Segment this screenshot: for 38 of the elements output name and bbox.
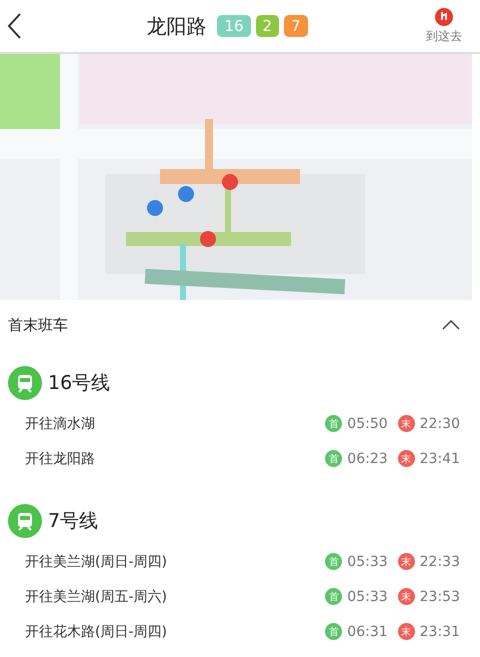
last-train-time: 23:53 <box>420 588 460 604</box>
line-badge: 2 <box>256 15 280 37</box>
first-train-tag: 首 <box>325 450 342 467</box>
direction-label: 开往花木路(周日-周四) <box>25 622 168 640</box>
first-train-time: 05:33 <box>347 588 388 604</box>
last-train-time: 23:31 <box>420 624 460 640</box>
line-badge: 7 <box>284 15 308 37</box>
direction-label: 开往美兰湖(周五-周六) <box>25 588 168 606</box>
direction-label: 开往龙阳路 <box>25 450 96 468</box>
line-badge: 16 <box>217 15 250 37</box>
line-name: 7号线 <box>48 509 98 534</box>
first-train-tag: 首 <box>325 623 342 640</box>
last-train-tag: 末 <box>398 450 415 467</box>
go-here-button[interactable]: 到这去 <box>414 8 474 44</box>
first-train-tag: 首 <box>325 553 342 570</box>
first-train-tag: 首 <box>325 588 342 605</box>
direction-label: 开往美兰湖(周日-周四) <box>25 552 168 570</box>
last-train-tag: 末 <box>398 553 415 570</box>
section-title: 首末班车 <box>8 316 68 334</box>
last-train-tag: 末 <box>398 588 415 605</box>
train-icon <box>8 504 42 538</box>
station-title: 龙阳路 <box>146 12 206 40</box>
first-train-time: 05:33 <box>347 554 388 570</box>
train-icon <box>8 366 42 400</box>
line-name: 16号线 <box>48 371 110 396</box>
back-icon[interactable] <box>6 12 22 40</box>
first-train-time: 06:23 <box>347 450 388 466</box>
last-train-tag: 末 <box>398 623 415 640</box>
first-train-tag: 首 <box>325 415 342 432</box>
route-icon <box>435 8 453 26</box>
direction-label: 开往滴水湖 <box>25 414 96 432</box>
last-train-time: 22:30 <box>420 416 460 432</box>
collapse-icon[interactable] <box>442 320 460 330</box>
first-train-time: 06:31 <box>347 624 388 640</box>
last-train-tag: 末 <box>398 415 415 432</box>
last-train-time: 22:33 <box>420 554 460 570</box>
first-train-time: 05:50 <box>347 416 388 432</box>
last-train-time: 23:41 <box>420 450 460 466</box>
